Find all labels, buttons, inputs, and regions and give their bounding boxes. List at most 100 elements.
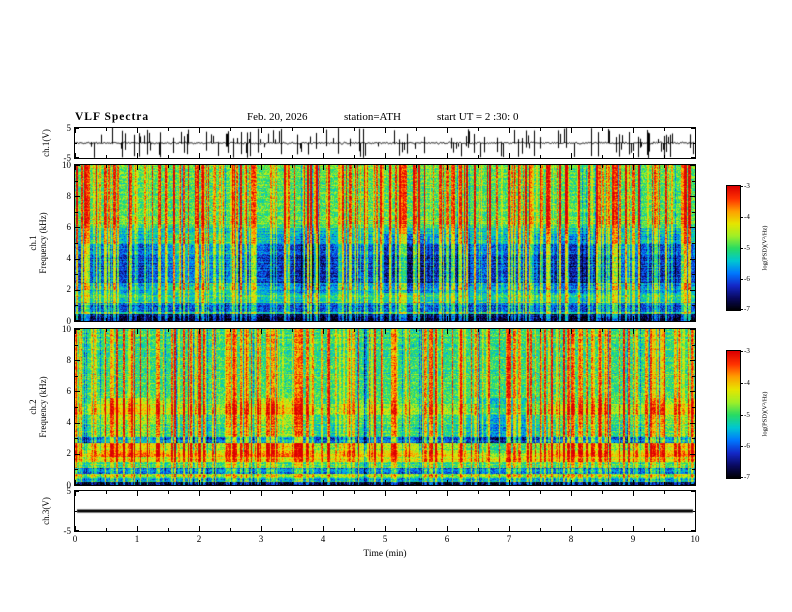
axis-tick: [540, 482, 541, 485]
axis-tick: [691, 530, 695, 531]
axis-tick: [692, 243, 695, 244]
ch3-voltage-axis-label: ch.3(V): [41, 497, 51, 525]
axis-tick: [75, 391, 80, 393]
axis-tick: [385, 128, 386, 133]
axis-tick: [664, 329, 665, 332]
volt-tick-label: 5: [66, 485, 72, 496]
colorbar-ch1-label: log(PSD)(V²/Hz): [761, 225, 769, 271]
axis-tick: [323, 128, 324, 133]
colorbar-tick-label: -7: [744, 473, 750, 481]
axis-tick: [416, 165, 417, 168]
axis-tick: [106, 491, 107, 494]
axis-tick: [540, 155, 541, 158]
axis-tick: [509, 526, 510, 531]
axis-tick: [385, 480, 386, 485]
axis-tick: [261, 480, 262, 485]
axis-tick: [740, 309, 743, 310]
axis-tick: [416, 329, 417, 332]
axis-tick: [478, 318, 479, 321]
axis-tick: [540, 128, 541, 131]
axis-tick: [137, 153, 138, 158]
colorbar-tick-label: -4: [744, 213, 750, 221]
axis-tick: [354, 165, 355, 168]
axis-tick: [690, 320, 695, 321]
axis-tick: [137, 526, 138, 531]
axis-tick: [571, 316, 572, 321]
axis-tick: [478, 482, 479, 485]
x-tick-label: 8: [568, 534, 574, 544]
axis-tick: [354, 491, 355, 494]
colorbar-tick-label: -6: [744, 275, 750, 283]
axis-tick: [602, 165, 603, 168]
axis-tick: [447, 491, 448, 496]
x-tick-label: 1: [134, 534, 140, 544]
axis-tick: [323, 491, 324, 496]
axis-tick: [691, 491, 695, 492]
axis-tick: [75, 453, 80, 455]
axis-tick: [740, 414, 743, 416]
axis-tick: [199, 316, 200, 321]
axis-tick: [740, 382, 743, 384]
axis-tick: [75, 407, 78, 408]
axis-tick: [633, 480, 634, 485]
axis-tick: [416, 491, 417, 494]
x-tick-label: 6: [444, 534, 450, 544]
axis-tick: [690, 422, 695, 424]
axis-tick: [168, 528, 169, 531]
axis-tick: [75, 484, 80, 485]
x-tick-label: 5: [382, 534, 388, 544]
x-tick-label: 9: [630, 534, 636, 544]
axis-tick: [478, 329, 479, 332]
axis-tick: [447, 165, 448, 170]
axis-tick: [323, 165, 324, 170]
axis-tick: [695, 526, 696, 531]
axis-tick: [633, 165, 634, 170]
axis-tick: [695, 128, 696, 133]
axis-tick: [664, 482, 665, 485]
axis-tick: [137, 165, 138, 170]
axis-tick: [740, 279, 743, 280]
axis-tick: [633, 491, 634, 496]
axis-tick: [261, 128, 262, 133]
axis-tick: [692, 469, 695, 471]
axis-tick: [602, 482, 603, 485]
axis-tick: [416, 482, 417, 485]
axis-tick: [75, 128, 79, 129]
axis-tick: [75, 511, 77, 512]
axis-tick: [75, 143, 77, 144]
axis-tick: [692, 344, 695, 346]
freq-tick-label: 4: [66, 253, 72, 264]
axis-tick: [106, 528, 107, 531]
axis-tick: [137, 480, 138, 485]
axis-tick: [106, 165, 107, 168]
axis-tick: [323, 316, 324, 321]
axis-tick: [664, 155, 665, 158]
axis-tick: [75, 329, 80, 330]
axis-tick: [740, 186, 743, 187]
vlf-spectra-figure: VLF Spectra Feb. 20, 2026 station=ATH st…: [0, 0, 792, 612]
axis-tick: [292, 318, 293, 321]
ch1-spectrogram-canvas: [75, 165, 695, 321]
ch2-frequency-axis-label: ch.2 Frequency (kHz): [28, 376, 48, 437]
axis-tick: [633, 526, 634, 531]
axis-tick: [292, 329, 293, 332]
axis-tick: [692, 274, 695, 276]
axis-tick: [416, 155, 417, 158]
axis-tick: [75, 289, 80, 291]
axis-tick: [199, 329, 200, 334]
axis-tick: [230, 482, 231, 485]
axis-tick: [664, 318, 665, 321]
axis-tick: [354, 329, 355, 332]
freq-tick-label: 2: [66, 448, 72, 459]
freq-tick-label: 2: [66, 284, 72, 295]
axis-tick: [690, 258, 695, 260]
axis-tick: [633, 153, 634, 158]
axis-tick: [75, 491, 79, 492]
axis-tick: [323, 153, 324, 158]
figure-start-ut: start UT = 2 :30: 0: [437, 111, 519, 123]
axis-tick: [690, 391, 695, 393]
axis-tick: [168, 128, 169, 131]
axis-tick: [354, 482, 355, 485]
axis-tick: [693, 143, 695, 144]
x-tick-label: 2: [196, 534, 202, 544]
